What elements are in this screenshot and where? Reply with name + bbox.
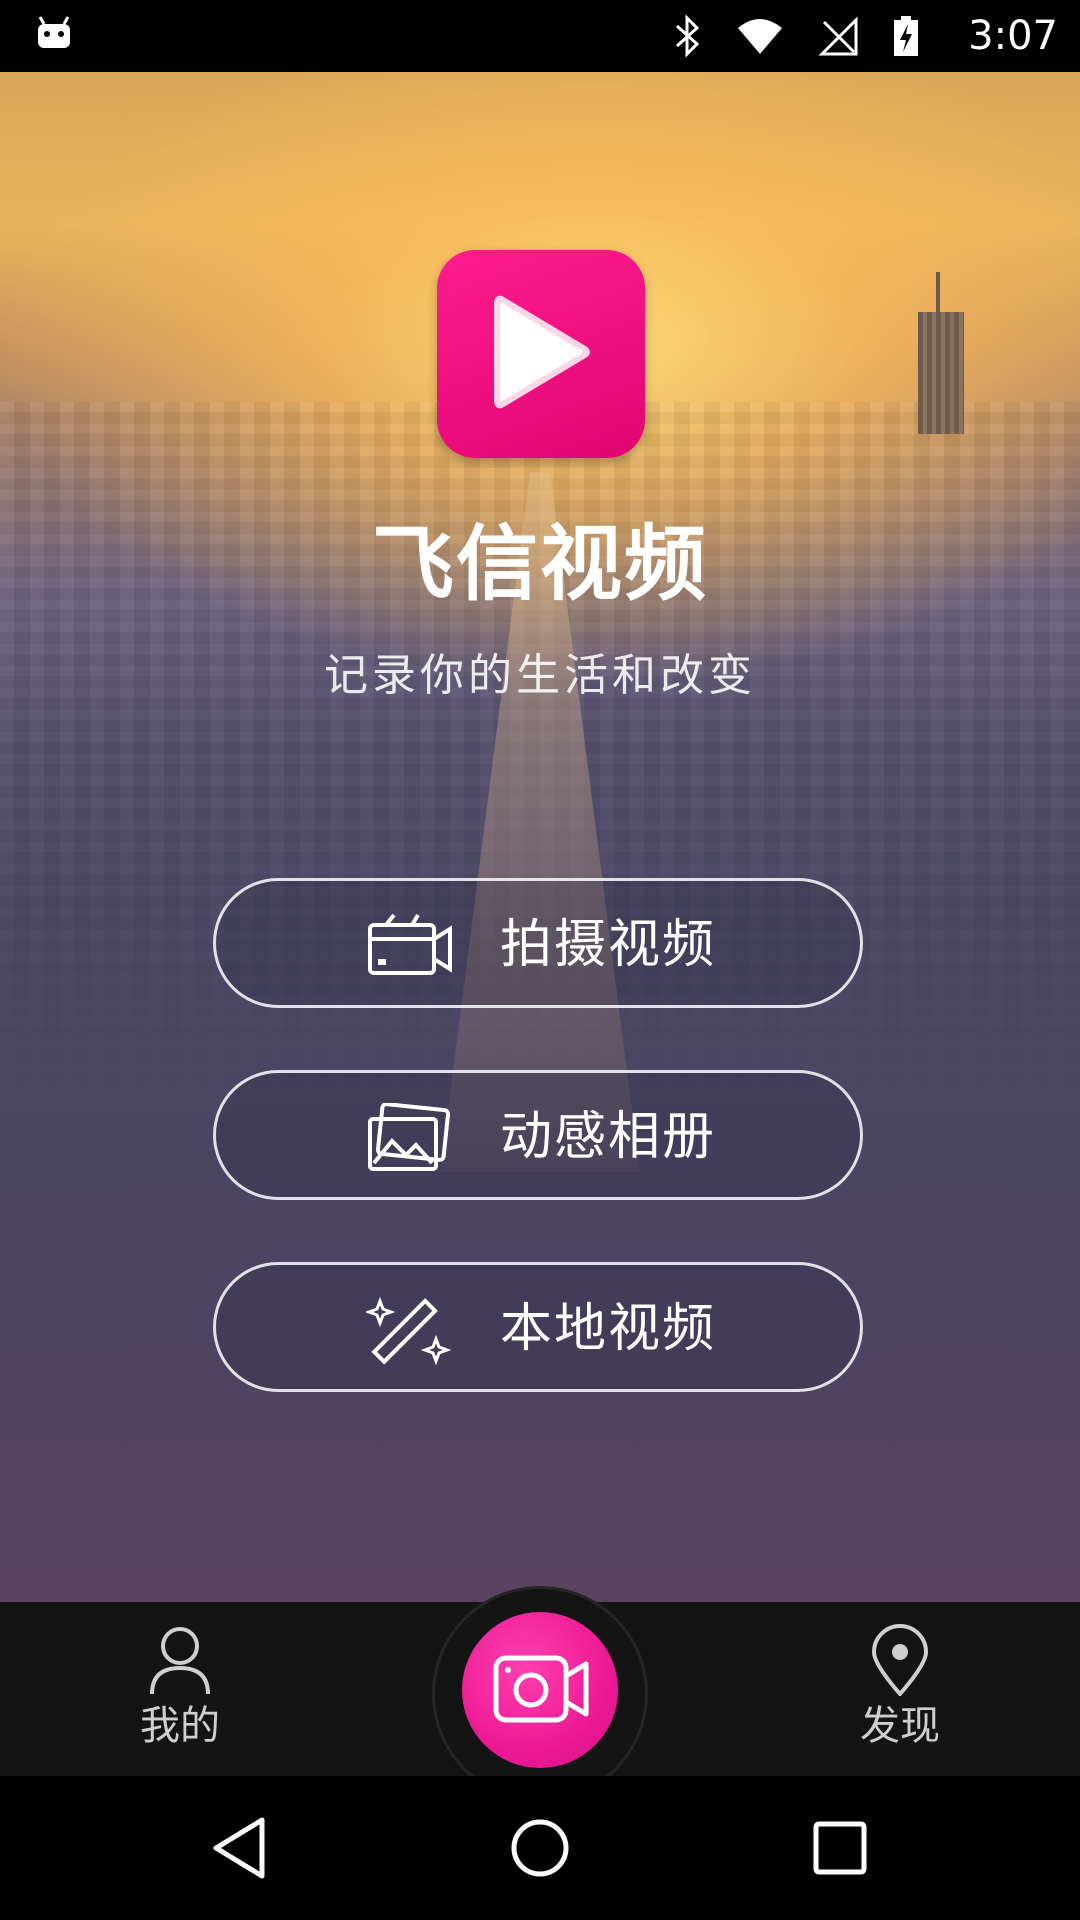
location-pin-icon [871, 1624, 929, 1696]
nav-label-mine: 我的 [140, 1703, 220, 1749]
wifi-icon [738, 19, 782, 54]
shoot-video-button[interactable]: 拍摄视频 [213, 878, 863, 1008]
android-icon [38, 16, 70, 48]
recents-icon[interactable] [800, 1808, 880, 1888]
local-video-label: 本地视频 [500, 1299, 717, 1359]
shoot-video-label: 拍摄视频 [500, 915, 717, 975]
nav-item-mine[interactable]: 我的 [80, 1602, 280, 1776]
app-logo [437, 250, 645, 458]
record-button[interactable] [462, 1612, 618, 1768]
battery-charging-icon [894, 16, 918, 56]
nav-label-discover: 发现 [860, 1703, 940, 1749]
status-time: 3:07 [968, 13, 1058, 59]
photo-album-button[interactable]: 动感相册 [213, 1070, 863, 1200]
back-icon[interactable] [200, 1808, 280, 1888]
play-icon [494, 295, 590, 409]
magic-wand-icon [366, 1296, 452, 1365]
photo-album-label: 动感相册 [500, 1107, 717, 1167]
nav-item-discover[interactable]: 发现 [800, 1602, 1000, 1776]
status-icons [672, 14, 920, 58]
tower-image [918, 312, 964, 434]
no-sim-icon [818, 16, 858, 56]
person-icon [150, 1627, 210, 1695]
photo-album-icon [368, 1103, 451, 1171]
tower-antenna [936, 272, 940, 312]
status-bar: 3:07 [0, 0, 1080, 72]
system-nav-bar [0, 1776, 1080, 1920]
app-subtitle: 记录你的生活和改变 [324, 650, 756, 701]
local-video-button[interactable]: 本地视频 [213, 1262, 863, 1392]
record-camera-icon [493, 1655, 589, 1723]
bluetooth-icon [675, 14, 700, 58]
home-icon[interactable] [500, 1808, 580, 1888]
video-camera-icon [368, 913, 452, 975]
app-title: 飞信视频 [371, 517, 708, 612]
